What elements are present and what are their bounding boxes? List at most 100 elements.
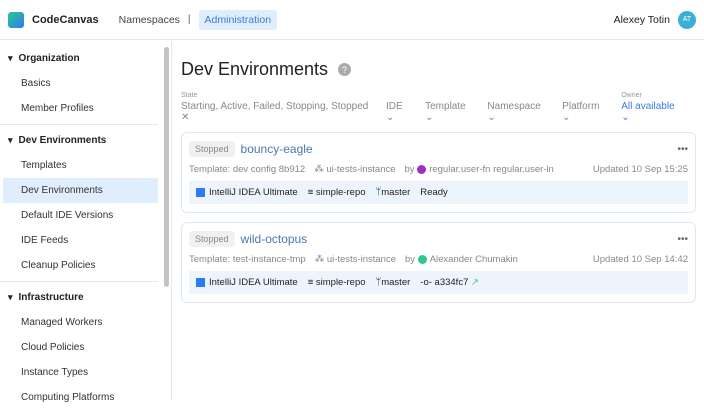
by-label: by bbox=[404, 164, 415, 175]
repo: ≡ simple-repo bbox=[308, 187, 366, 198]
platform-filter-label: Platform bbox=[562, 101, 600, 112]
state-label: State bbox=[181, 92, 198, 99]
sidebar-item-instance-types[interactable]: Instance Types bbox=[0, 360, 158, 385]
user-avatar bbox=[417, 254, 427, 264]
main-content: Dev Environments? State Starting, Active,… bbox=[181, 41, 696, 303]
chevron-down-icon: ⌄ bbox=[562, 112, 571, 123]
divider bbox=[0, 124, 158, 125]
repo-name: simple-repo bbox=[315, 187, 366, 198]
owner-filter[interactable]: Owner All available ⌄ bbox=[621, 92, 684, 123]
extra-text: a334fc7 bbox=[434, 277, 469, 288]
divider bbox=[0, 281, 158, 282]
ide-filter[interactable]: IDE ⌄ bbox=[386, 101, 413, 123]
brand-name[interactable]: CodeCanvas bbox=[32, 14, 99, 26]
branch-name: master bbox=[381, 277, 411, 288]
sidebar-item-member-profiles[interactable]: Member Profiles bbox=[0, 96, 158, 121]
sidebar-item-dev-environments[interactable]: Dev Environments bbox=[3, 178, 158, 203]
sidebar-item-cleanup-policies[interactable]: Cleanup Policies bbox=[0, 253, 158, 278]
sidebar-scrollbar[interactable] bbox=[164, 47, 169, 287]
instance-icon: ⁂ bbox=[314, 254, 325, 265]
user-name: Alexey Totin bbox=[613, 13, 670, 26]
ide: IntelliJ IDEA Ultimate bbox=[196, 187, 298, 198]
state-value: Starting, Active, Failed, Stopping, Stop… bbox=[181, 101, 369, 112]
nav-namespaces[interactable]: Namespaces bbox=[119, 14, 180, 26]
by-label: by bbox=[405, 254, 416, 265]
top-bar: CodeCanvas Namespaces | Administration A… bbox=[0, 0, 704, 40]
branch-name: master bbox=[381, 187, 411, 198]
user-name: Alexander Chumakin bbox=[429, 254, 518, 265]
template-filter[interactable]: Template ⌄ bbox=[425, 101, 475, 123]
section-infrastructure[interactable]: Infrastructure bbox=[0, 285, 171, 310]
ide: IntelliJ IDEA Ultimate bbox=[196, 277, 298, 288]
codecanvas-logo-icon[interactable] bbox=[8, 11, 24, 28]
more-options-icon[interactable]: ••• bbox=[677, 234, 688, 245]
instance: ⁂ ui-tests-instance bbox=[315, 254, 396, 265]
environment-name-link[interactable]: wild-octopus bbox=[241, 232, 308, 246]
chevron-down-icon: ⌄ bbox=[386, 112, 395, 123]
repo-icon: ≡ bbox=[307, 187, 314, 198]
intellij-icon bbox=[196, 277, 205, 287]
sidebar-item-templates[interactable]: Templates bbox=[0, 153, 158, 178]
sidebar-item-cloud-policies[interactable]: Cloud Policies bbox=[0, 335, 158, 360]
section-dev-environments[interactable]: Dev Environments bbox=[0, 128, 171, 153]
platform-filter[interactable]: Platform ⌄ bbox=[562, 101, 609, 123]
instance-name: ui-tests-instance bbox=[326, 164, 396, 175]
user-name: regular.user-fn regular.user-ln bbox=[429, 164, 554, 175]
extra: -o- a334fc7 ↗ bbox=[420, 277, 479, 288]
page-title-text: Dev Environments bbox=[181, 59, 329, 79]
branch: ᛘmaster bbox=[376, 277, 411, 288]
sidebar: Organization Basics Member Profiles Dev … bbox=[0, 41, 172, 403]
clear-icon[interactable]: ✕ bbox=[181, 112, 189, 123]
section-organization[interactable]: Organization bbox=[0, 46, 171, 71]
instance-icon: ⁂ bbox=[314, 164, 324, 175]
repo-name: simple-repo bbox=[315, 277, 366, 288]
intellij-icon bbox=[196, 187, 205, 197]
user-avatar bbox=[417, 164, 427, 174]
owner: by Alexander Chumakin bbox=[405, 254, 518, 265]
help-icon[interactable]: ? bbox=[338, 63, 352, 76]
filters: State Starting, Active, Failed, Stopping,… bbox=[181, 92, 696, 123]
chevron-down-icon: ⌄ bbox=[425, 112, 434, 123]
nav-administration[interactable]: Administration bbox=[198, 9, 278, 30]
page-title: Dev Environments? bbox=[181, 59, 696, 80]
avatar: AT bbox=[678, 10, 696, 29]
sidebar-item-ide-feeds[interactable]: IDE Feeds bbox=[0, 228, 158, 253]
commit-icon: -o- bbox=[420, 277, 432, 288]
status-badge: Stopped bbox=[189, 231, 235, 247]
repo: ≡ simple-repo bbox=[308, 277, 366, 288]
ide-filter-label: IDE bbox=[386, 101, 403, 112]
more-options-icon[interactable]: ••• bbox=[677, 144, 688, 155]
environment-card[interactable]: Stopped wild-octopus ••• Template: test-… bbox=[181, 222, 696, 303]
external-link-icon[interactable]: ↗ bbox=[471, 277, 479, 288]
ide-name: IntelliJ IDEA Ultimate bbox=[209, 277, 298, 288]
owner-value: All available bbox=[621, 101, 675, 112]
instance: ⁂ ui-tests-instance bbox=[314, 164, 395, 175]
nav-separator: | bbox=[187, 14, 191, 25]
namespace-filter[interactable]: Namespace ⌄ bbox=[487, 101, 550, 123]
status-badge: Stopped bbox=[189, 141, 235, 157]
instance-name: ui-tests-instance bbox=[326, 254, 396, 265]
owner: by regular.user-fn regular.user-ln bbox=[405, 164, 554, 175]
environment-name-link[interactable]: bouncy-eagle bbox=[241, 142, 313, 156]
sidebar-item-default-ide-versions[interactable]: Default IDE Versions bbox=[0, 203, 158, 228]
chevron-down-icon: ⌄ bbox=[621, 112, 630, 123]
branch: ᛘmaster bbox=[376, 187, 411, 198]
template-filter-label: Template bbox=[425, 101, 466, 112]
namespace-filter-label: Namespace bbox=[487, 101, 541, 112]
sidebar-item-basics[interactable]: Basics bbox=[0, 71, 158, 96]
state-filter[interactable]: State Starting, Active, Failed, Stopping,… bbox=[181, 92, 374, 123]
ide-name: IntelliJ IDEA Ultimate bbox=[209, 187, 298, 198]
environment-card[interactable]: Stopped bouncy-eagle ••• Template: dev c… bbox=[181, 132, 696, 213]
user-menu[interactable]: Alexey Totin AT bbox=[613, 10, 696, 29]
owner-label: Owner bbox=[621, 92, 642, 99]
repo-icon: ≡ bbox=[307, 277, 314, 288]
sidebar-item-computing-platforms[interactable]: Computing Platforms bbox=[0, 385, 158, 410]
template-name: Template: test-instance-tmp bbox=[189, 254, 306, 265]
template-name: Template: dev config 8b912 bbox=[189, 164, 306, 175]
extra-text: Ready bbox=[420, 187, 448, 198]
chevron-down-icon: ⌄ bbox=[487, 112, 496, 123]
sidebar-item-managed-workers[interactable]: Managed Workers bbox=[0, 310, 158, 335]
updated-time: Updated 10 Sep 14:42 bbox=[592, 254, 688, 265]
updated-time: Updated 10 Sep 15:25 bbox=[592, 164, 688, 175]
extra: Ready bbox=[420, 187, 447, 198]
